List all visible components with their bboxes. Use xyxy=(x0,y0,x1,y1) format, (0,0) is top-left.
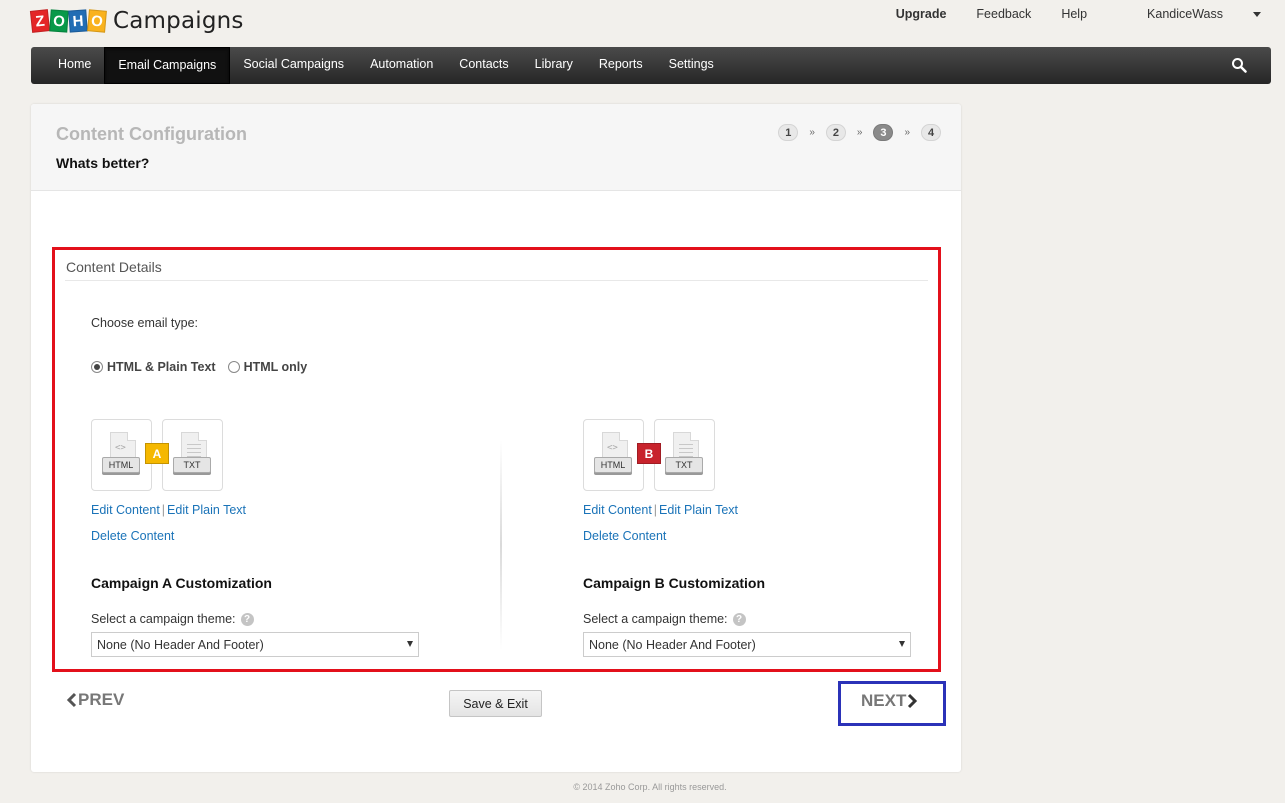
delete-content-link[interactable]: Delete Content xyxy=(583,529,923,543)
app-name: Campaigns xyxy=(113,8,244,34)
content-files: <> HTML TXT A xyxy=(91,419,431,491)
theme-label: Select a campaign theme: ? xyxy=(583,612,923,626)
nav-item-email-campaigns[interactable]: Email Campaigns xyxy=(104,47,231,84)
card-header: Content Configuration Whats better? 1 » … xyxy=(31,104,961,191)
theme-select[interactable]: None (No Header And Footer) xyxy=(583,632,911,657)
theme-label: Select a campaign theme: ? xyxy=(91,612,431,626)
variant-divider xyxy=(500,440,502,650)
step-1[interactable]: 1 xyxy=(778,124,799,141)
campaign-b-section: <> HTML TXT B Edit Content | Edit Plain Te… xyxy=(583,419,923,657)
step-separator: » xyxy=(904,127,910,138)
help-icon[interactable]: ? xyxy=(240,612,254,626)
file-type-tag: TXT xyxy=(173,457,211,473)
step-separator: » xyxy=(856,127,863,138)
radio-label[interactable]: HTML & Plain Text xyxy=(107,360,216,374)
edit-content-link[interactable]: Edit Content xyxy=(583,503,652,517)
nav-item-contacts[interactable]: Contacts xyxy=(446,47,521,84)
radio-label[interactable]: HTML only xyxy=(244,360,308,374)
chevron-left-icon xyxy=(66,692,77,708)
theme-label-text: Select a campaign theme: xyxy=(583,612,728,626)
help-icon[interactable]: ? xyxy=(732,612,746,626)
link-separator: | xyxy=(161,503,166,517)
file-type-tag: TXT xyxy=(665,457,703,473)
radio-html-plain-text[interactable] xyxy=(91,361,103,373)
user-menu[interactable]: KandiceWass xyxy=(1117,7,1261,21)
content-links: Edit Content | Edit Plain Text xyxy=(583,503,923,517)
nav-item-settings[interactable]: Settings xyxy=(656,47,727,84)
edit-content-link[interactable]: Edit Content xyxy=(91,503,160,517)
next-highlight: NEXT xyxy=(838,681,946,726)
theme-label-text: Select a campaign theme: xyxy=(91,612,236,626)
logo-letter: Z xyxy=(29,9,51,33)
top-links: Upgrade Feedback Help KandiceWass xyxy=(866,7,1261,21)
nav-item-library[interactable]: Library xyxy=(522,47,586,84)
step-separator: » xyxy=(809,127,815,138)
email-type-options: HTML & Plain Text HTML only xyxy=(91,360,319,374)
txt-file-tile[interactable]: TXT xyxy=(654,419,715,491)
customization-title: Campaign B Customization xyxy=(583,575,766,591)
caret-down-icon xyxy=(1253,12,1261,18)
html-file-tile[interactable]: <> HTML xyxy=(91,419,152,491)
copyright: © 2014 Zoho Corp. All rights reserved. xyxy=(573,782,727,792)
feedback-link[interactable]: Feedback xyxy=(976,7,1031,21)
prev-button[interactable]: PREV xyxy=(66,690,124,710)
theme-select-value: None (No Header And Footer) xyxy=(97,637,264,652)
chevron-right-icon xyxy=(908,693,918,709)
zoho-logo[interactable]: Z O H O Campaigns xyxy=(29,8,244,34)
theme-select-value: None (No Header And Footer) xyxy=(589,637,756,652)
link-separator: | xyxy=(653,503,658,517)
radio-html-only[interactable] xyxy=(227,361,240,373)
content-details-panel: Content Details Choose email type: HTML … xyxy=(52,247,941,672)
variant-badge: B xyxy=(637,443,661,464)
delete-content-link[interactable]: Delete Content xyxy=(91,529,431,543)
content-links: Edit Content | Edit Plain Text xyxy=(91,503,431,517)
page-title: Content Configuration xyxy=(56,124,247,144)
divider xyxy=(65,280,928,281)
logo-mark: Z O H O xyxy=(29,9,107,33)
dropdown-arrow-icon xyxy=(899,641,905,647)
content-details-title: Content Details xyxy=(66,259,162,275)
dropdown-arrow-icon xyxy=(407,641,413,647)
step-2[interactable]: 2 xyxy=(825,124,846,141)
edit-plain-text-link[interactable]: Edit Plain Text xyxy=(167,503,246,517)
step-3[interactable]: 3 xyxy=(873,124,894,141)
content-files: <> HTML TXT B xyxy=(583,419,923,491)
campaign-name: Whats better? xyxy=(56,155,150,171)
file-type-tag: HTML xyxy=(102,457,140,473)
logo-letter: O xyxy=(49,9,69,33)
next-button[interactable]: NEXT xyxy=(861,691,918,711)
txt-file-tile[interactable]: TXT xyxy=(162,419,223,491)
logo-letter: H xyxy=(68,9,88,33)
main-nav: Home Email Campaigns Social Campaigns Au… xyxy=(31,47,1271,84)
nav-item-automation[interactable]: Automation xyxy=(357,47,446,84)
customization-title: Campaign A Customization xyxy=(91,575,272,591)
file-type-tag: HTML xyxy=(594,457,632,473)
nav-item-social-campaigns[interactable]: Social Campaigns xyxy=(230,47,357,84)
next-label: NEXT xyxy=(861,691,907,710)
html-file-tile[interactable]: <> HTML xyxy=(583,419,644,491)
user-name: KandiceWass xyxy=(1147,7,1223,21)
theme-select[interactable]: None (No Header And Footer) xyxy=(91,632,419,657)
help-link[interactable]: Help xyxy=(1061,7,1087,21)
campaign-a-section: <> HTML TXT A Edit Content | Edit Plain Te… xyxy=(91,419,431,657)
variant-badge: A xyxy=(145,443,169,464)
email-type-label: Choose email type: xyxy=(91,316,199,330)
search-icon[interactable] xyxy=(1231,57,1247,73)
step-4[interactable]: 4 xyxy=(921,124,941,141)
upgrade-link[interactable]: Upgrade xyxy=(896,7,947,21)
logo-letter: O xyxy=(87,9,107,33)
edit-plain-text-link[interactable]: Edit Plain Text xyxy=(659,503,738,517)
nav-item-reports[interactable]: Reports xyxy=(586,47,656,84)
nav-item-home[interactable]: Home xyxy=(45,47,104,84)
step-indicator: 1 » 2 » 3 » 4 xyxy=(778,124,941,141)
prev-label: PREV xyxy=(78,690,125,709)
save-exit-button[interactable]: Save & Exit xyxy=(449,690,542,717)
